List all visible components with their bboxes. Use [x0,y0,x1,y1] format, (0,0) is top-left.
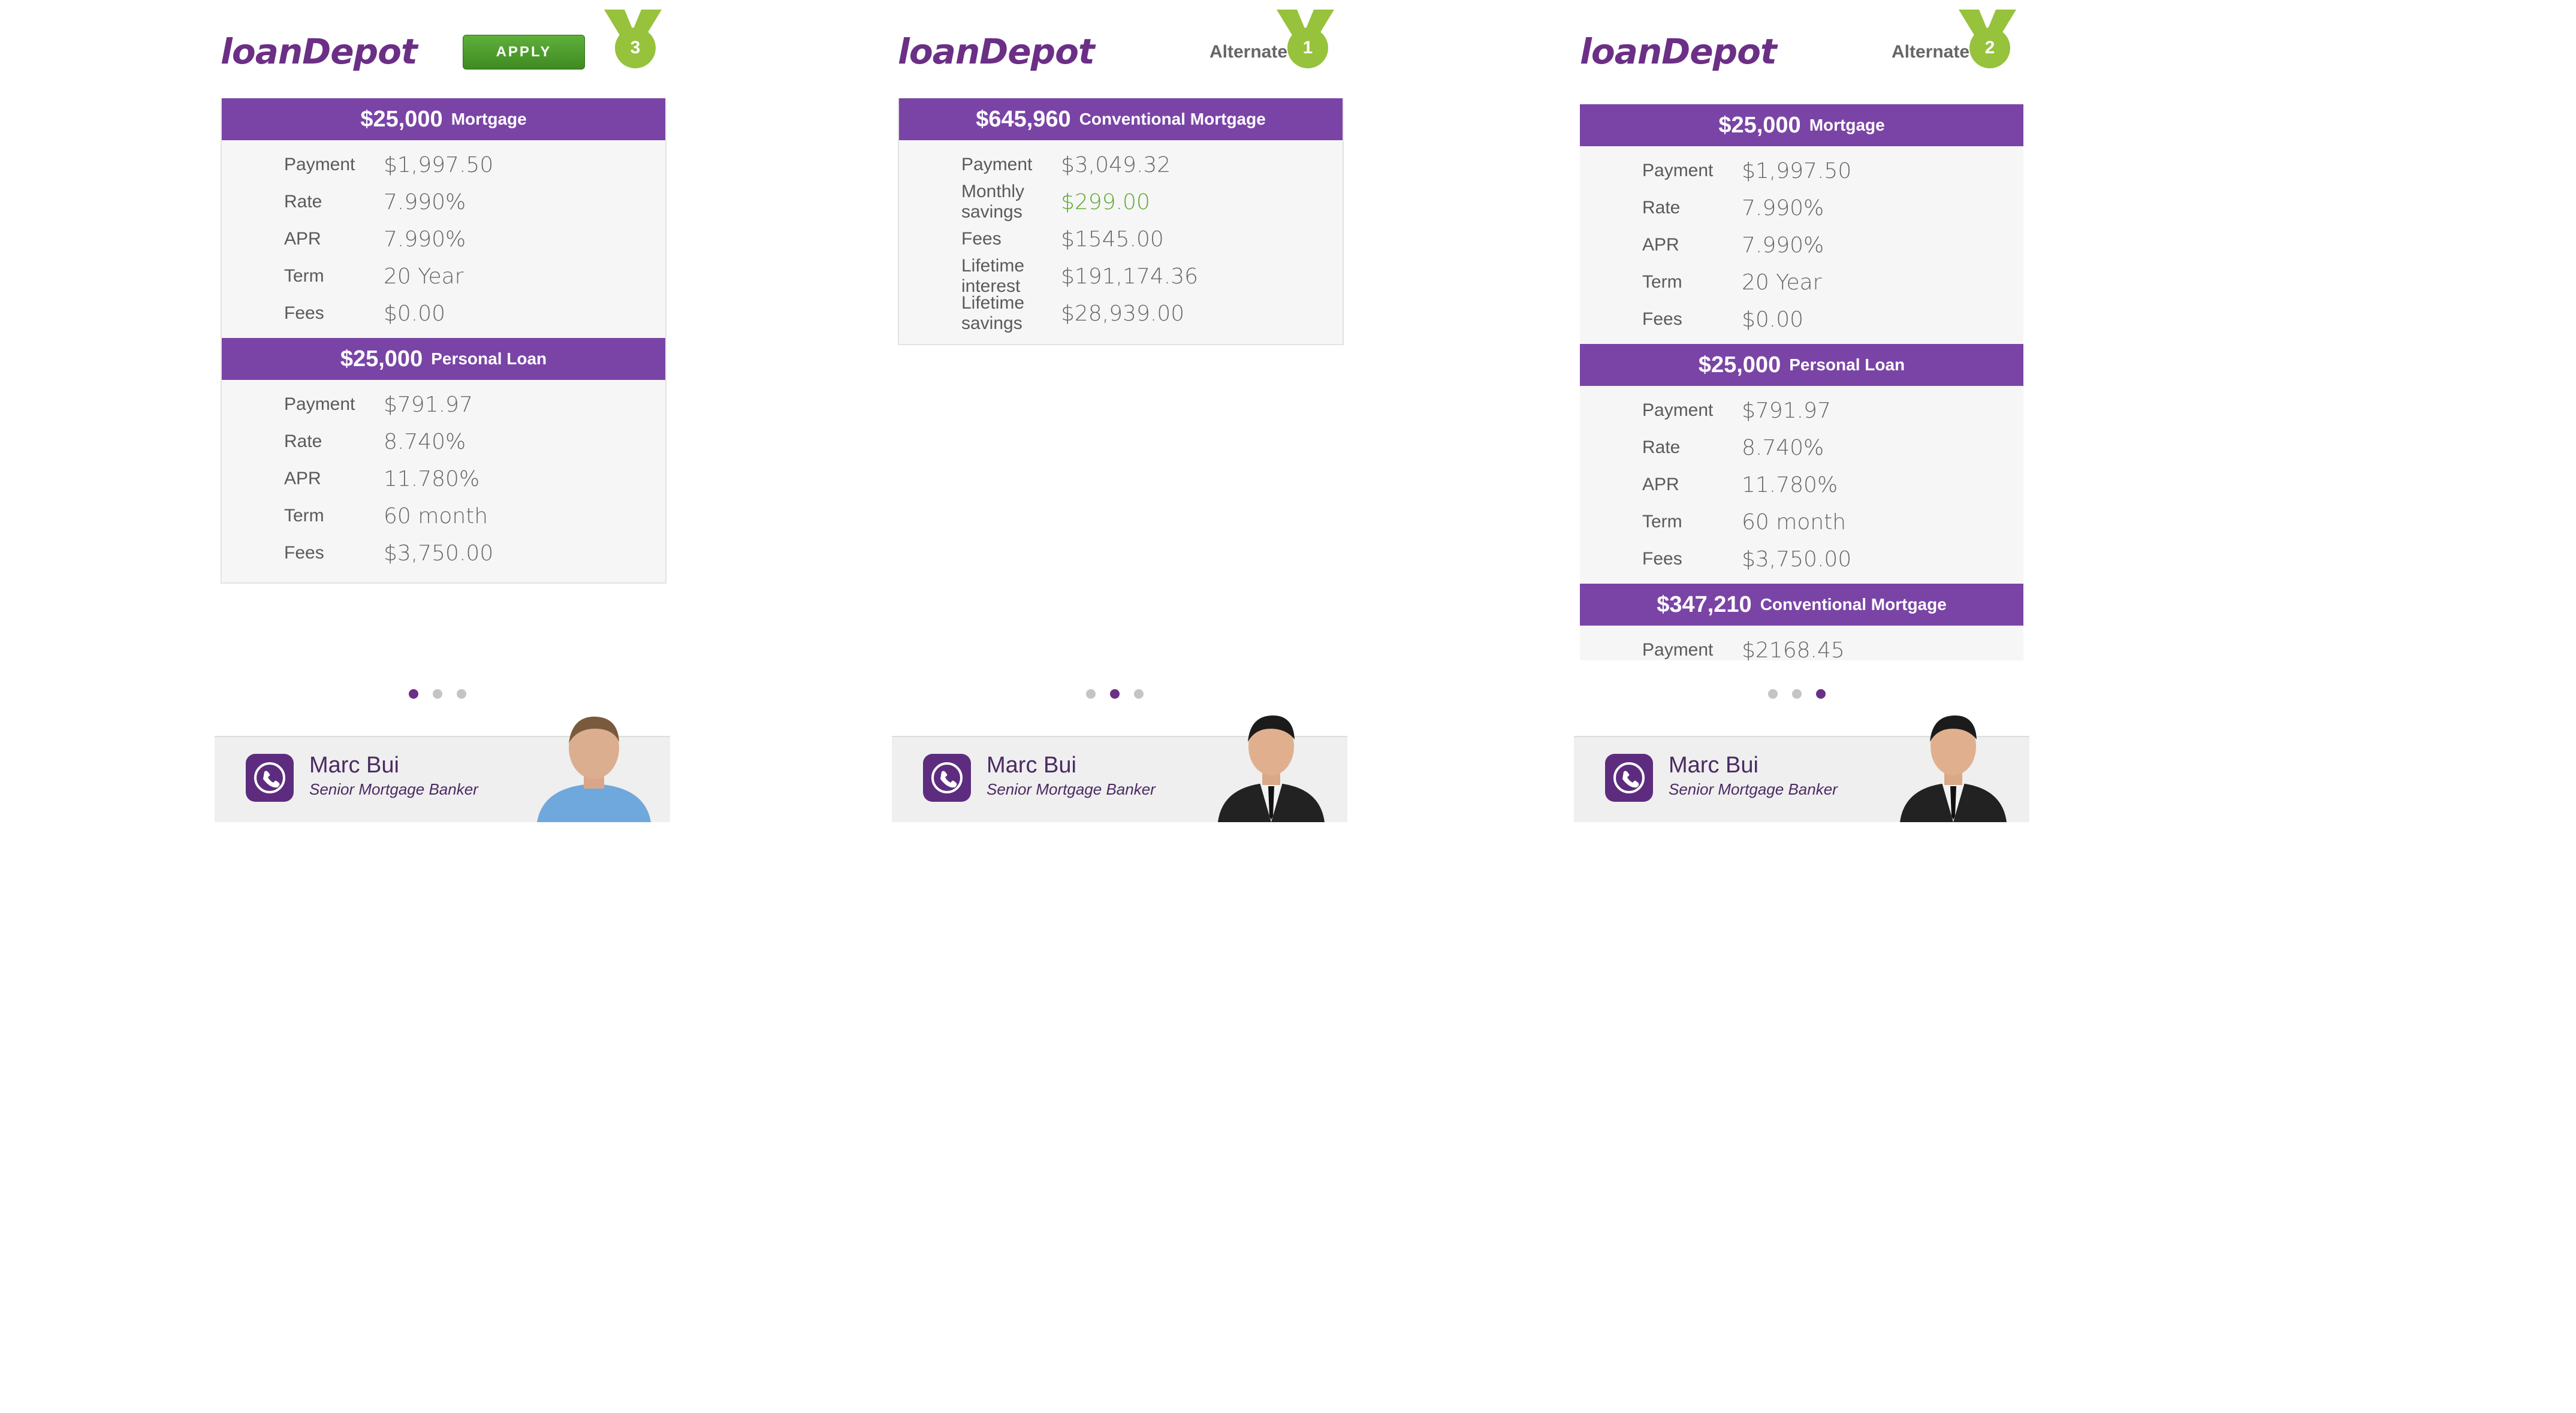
section-header: $25,000 Mortgage [1580,104,2023,146]
loandepot-logo: loanDepot [898,31,1095,72]
banker-title: Senior Mortgage Banker [987,780,1156,798]
carousel-dot[interactable] [1792,689,1802,699]
phone-icon[interactable] [923,754,971,802]
detail-row: Term 20 Year [1642,270,1822,295]
section-header: $25,000 Personal Loan [222,338,665,380]
section-header: $25,000 Mortgage [222,98,665,140]
apply-button[interactable]: APPLY [463,35,585,70]
detail-row: Payment $791.97 [1642,398,1831,423]
detail-row: Payment $791.97 [284,392,473,417]
detail-row: Payment $1,997.50 [1642,158,1852,183]
rank-badge: 2 [1969,28,2010,68]
avatar [1900,715,2007,822]
detail-row: Fees $1545.00 [961,227,1164,252]
detail-row: Rate 7.990% [1642,195,1824,221]
banker-name: Marc Bui [309,753,399,778]
carousel-dot[interactable] [433,689,442,699]
detail-row: Term 60 month [1642,509,1847,535]
banker-bar: Marc Bui Senior Mortgage Banker [215,716,670,822]
carousel-dot[interactable] [1816,689,1826,699]
offer-card: $25,000 Mortgage Payment $1,997.50 Rate 7.… [1580,104,2023,660]
carousel-dot[interactable] [1086,689,1096,699]
carousel-dot[interactable] [1110,689,1120,699]
loandepot-logo: loanDepot [221,31,418,72]
detail-row: Monthly savings $299.00 [961,182,1150,222]
carousel-dots [1563,689,2031,699]
avatar [1218,715,1325,822]
detail-row: Fees $0.00 [1642,307,1804,332]
detail-row: Rate 8.740% [1642,435,1824,460]
banker-bar: Marc Bui Senior Mortgage Banker [892,715,1347,822]
section-header: $25,000 Personal Loan [1580,344,2023,386]
loandepot-logo: loanDepot [1580,31,1777,72]
offer-card: $25,000 Mortgage Payment $1,997.50 Rate 7.… [221,98,666,584]
banker-title: Senior Mortgage Banker [309,780,478,798]
section-header: $347,210 Conventional Mortgage [1580,584,2023,626]
banker-name: Marc Bui [1669,753,1758,778]
offer-panel-1: loanDepot APPLY 3 $25,000 Mortgage Payme… [204,0,671,822]
detail-row: Rate 7.990% [284,189,466,215]
offer-card: $645,960 Conventional Mortgage Payment $3… [898,98,1344,345]
detail-row: APR 11.780% [1642,472,1838,497]
carousel-dot[interactable] [1768,689,1778,699]
rank-badge: 1 [1287,28,1328,68]
detail-row: Fees $3,750.00 [1642,547,1852,572]
detail-row: Term 20 Year [284,264,464,289]
detail-row: Term 60 month [284,503,488,529]
carousel-dot[interactable] [409,689,418,699]
offer-panel-2: loanDepot Alternate 1 $645,960 Conventio… [881,0,1349,822]
detail-row: Fees $0.00 [284,301,446,326]
detail-row: Lifetime interest $191,174.36 [961,256,1199,296]
medal-icon: 3 [603,10,663,76]
carousel-dots [204,689,671,699]
detail-row: Payment $2168.45 [1642,638,1845,661]
offer-panel-3: loanDepot Alternate 2 $25,000 Mortgage P… [1563,0,2031,822]
detail-row: APR 7.990% [284,227,466,252]
detail-row: Payment $1,997.50 [284,152,494,177]
section-header: $645,960 Conventional Mortgage [899,98,1343,140]
detail-row: Payment $3,049.32 [961,152,1171,177]
banker-bar: Marc Bui Senior Mortgage Banker [1574,715,2029,822]
avatar [537,716,651,822]
detail-row: Lifetime savings $28,939.00 [961,293,1185,333]
detail-row: Fees $3,750.00 [284,541,494,566]
banker-name: Marc Bui [987,753,1076,778]
detail-row: APR 11.780% [284,466,480,491]
carousel-dot[interactable] [457,689,466,699]
phone-icon[interactable] [246,754,294,802]
phone-icon[interactable] [1605,754,1653,802]
detail-row: Rate 8.740% [284,429,466,454]
detail-row: APR 7.990% [1642,233,1824,258]
carousel-dot[interactable] [1134,689,1144,699]
banker-title: Senior Mortgage Banker [1669,780,1838,798]
medal-icon: 1 [1275,10,1335,76]
medal-icon: 2 [1957,10,2017,76]
carousel-dots [881,689,1349,699]
rank-badge: 3 [615,28,656,68]
